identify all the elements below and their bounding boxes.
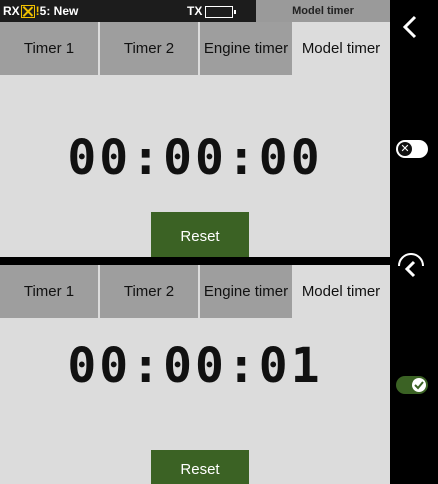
rx-indicator: RX !5: New xyxy=(3,4,79,19)
rx-no-signal-icon xyxy=(20,5,35,19)
toggle-off-icon[interactable]: ✕ xyxy=(396,140,428,158)
toggle-off-knob: ✕ xyxy=(398,142,412,156)
tx-label: TX xyxy=(187,4,203,18)
screen: RX !5: New TX Model timer Timer 1 Timer 2… xyxy=(0,0,438,484)
reset-button[interactable]: Reset xyxy=(151,212,249,257)
tx-battery-icon xyxy=(205,5,237,18)
side-rail xyxy=(390,0,438,484)
tab-bar: Timer 1 Timer 2 Engine timer Model timer xyxy=(0,22,390,75)
timer-display-bottom: 00:00:01 xyxy=(67,338,323,394)
tab-engine-timer-bottom[interactable]: Engine timer xyxy=(200,265,292,318)
back-chevron-icon[interactable] xyxy=(398,14,424,40)
toggle-on-icon[interactable] xyxy=(396,376,428,394)
tab-timer-2[interactable]: Timer 2 xyxy=(100,22,200,75)
tx-indicator: TX xyxy=(187,4,237,18)
tab-model-timer[interactable]: Model timer xyxy=(292,22,390,75)
tab-bar-bottom: Timer 1 Timer 2 Engine timer Model timer xyxy=(0,265,390,318)
toggle-on-knob xyxy=(412,378,426,392)
tab-timer-1[interactable]: Timer 1 xyxy=(0,22,100,75)
reset-button-bottom[interactable]: Reset xyxy=(151,450,249,484)
top-panel: RX !5: New TX Model timer Timer 1 Timer 2… xyxy=(0,0,390,257)
rx-label: RX xyxy=(3,4,20,18)
tab-timer-1-bottom[interactable]: Timer 1 xyxy=(0,265,100,318)
page-title: Model timer xyxy=(256,0,390,22)
up-chevron-icon[interactable] xyxy=(396,252,426,282)
bottom-panel: Timer 1 Timer 2 Engine timer Model timer… xyxy=(0,265,390,484)
tab-timer-2-bottom[interactable]: Timer 2 xyxy=(100,265,200,318)
tab-engine-timer[interactable]: Engine timer xyxy=(200,22,292,75)
status-bar: RX !5: New TX Model timer xyxy=(0,0,390,22)
check-icon xyxy=(414,381,424,390)
model-line: 5: New xyxy=(39,4,79,18)
tab-model-timer-bottom[interactable]: Model timer xyxy=(292,265,390,318)
timer-display: 00:00:00 xyxy=(67,130,323,186)
